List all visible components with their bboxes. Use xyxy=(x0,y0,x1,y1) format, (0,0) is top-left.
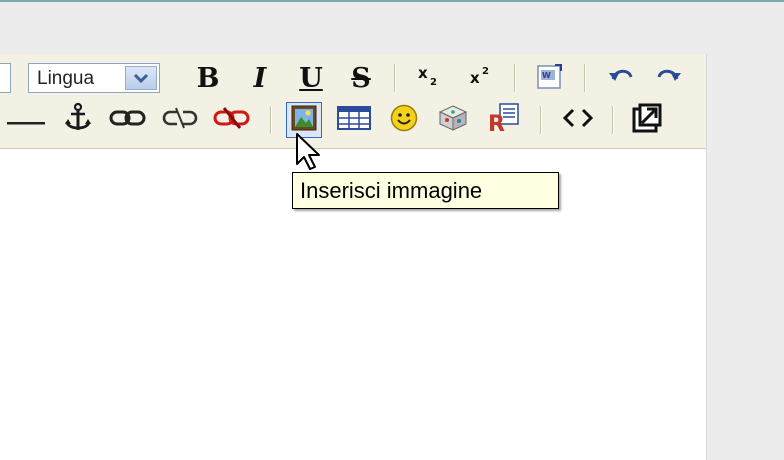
redo-icon xyxy=(653,65,683,91)
superscript-button[interactable]: x 2 xyxy=(466,63,498,93)
insert-smiley-button[interactable] xyxy=(386,104,422,136)
bold-icon: B xyxy=(196,62,220,94)
paste-special-icon: R xyxy=(486,102,522,138)
image-icon xyxy=(291,105,317,135)
horizontal-rule-icon xyxy=(7,111,47,130)
toolbar-separator xyxy=(514,64,515,92)
smiley-icon xyxy=(390,104,418,136)
previous-select-edge[interactable] xyxy=(0,63,11,93)
subscript-button[interactable]: x 2 xyxy=(414,63,446,93)
insert-table-button[interactable] xyxy=(334,105,374,135)
media-icon xyxy=(437,104,469,136)
toolbar-separator xyxy=(612,106,613,134)
redo-button[interactable] xyxy=(651,63,685,93)
svg-text:x: x xyxy=(418,64,428,82)
svg-text:R: R xyxy=(488,112,505,134)
source-code-button[interactable] xyxy=(558,105,598,135)
underline-button[interactable]: U xyxy=(296,62,326,94)
paste-special-button[interactable]: R xyxy=(484,103,524,137)
table-icon xyxy=(337,106,371,134)
bold-button[interactable]: B xyxy=(193,62,223,94)
subscript-icon: x 2 xyxy=(416,63,444,93)
superscript-icon: x 2 xyxy=(468,63,496,93)
strikethrough-icon: S xyxy=(351,62,371,94)
anchor-icon xyxy=(62,102,94,138)
fullscreen-button[interactable] xyxy=(628,103,666,137)
svg-text:x: x xyxy=(470,69,480,87)
editor-toolbar: Lingua B I U S x 2 x 2 W R xyxy=(0,54,706,149)
italic-button[interactable]: I xyxy=(245,62,275,94)
mouse-pointer-icon xyxy=(295,132,325,176)
paste-word-icon: W xyxy=(534,62,566,96)
link-icon xyxy=(109,108,147,132)
undo-button[interactable] xyxy=(605,63,639,93)
unlink-icon xyxy=(161,106,199,134)
toolbar-separator xyxy=(540,106,541,134)
chevron-down-icon[interactable] xyxy=(125,66,157,90)
strikethrough-button[interactable]: S xyxy=(346,62,376,94)
maximize-icon xyxy=(632,103,662,137)
language-select-value: Lingua xyxy=(37,68,95,89)
italic-icon: I xyxy=(253,62,267,94)
language-select[interactable]: Lingua xyxy=(28,63,160,93)
undo-icon xyxy=(607,65,637,91)
toolbar-separator xyxy=(270,106,271,134)
toolbar-separator xyxy=(584,64,585,92)
unlink-button[interactable] xyxy=(160,105,200,135)
horizontal-rule-button[interactable] xyxy=(6,105,48,135)
svg-text:W: W xyxy=(542,71,551,80)
svg-text:2: 2 xyxy=(430,77,437,88)
paste-word-button[interactable]: W xyxy=(532,63,568,95)
window-top-border xyxy=(0,0,784,2)
toolbar-separator xyxy=(394,64,395,92)
image-tooltip: Inserisci immagine xyxy=(292,172,559,209)
editor-frame: Lingua B I U S x 2 x 2 W R xyxy=(0,54,706,460)
remove-link-button[interactable] xyxy=(212,105,252,135)
tooltip-text: Inserisci immagine xyxy=(300,177,483,203)
svg-text:2: 2 xyxy=(482,66,489,77)
underline-icon: U xyxy=(299,62,323,94)
insert-link-button[interactable] xyxy=(108,105,148,135)
broken-link-icon xyxy=(213,106,251,134)
code-icon xyxy=(561,107,595,133)
insert-media-button[interactable] xyxy=(434,105,472,135)
anchor-button[interactable] xyxy=(60,102,96,138)
